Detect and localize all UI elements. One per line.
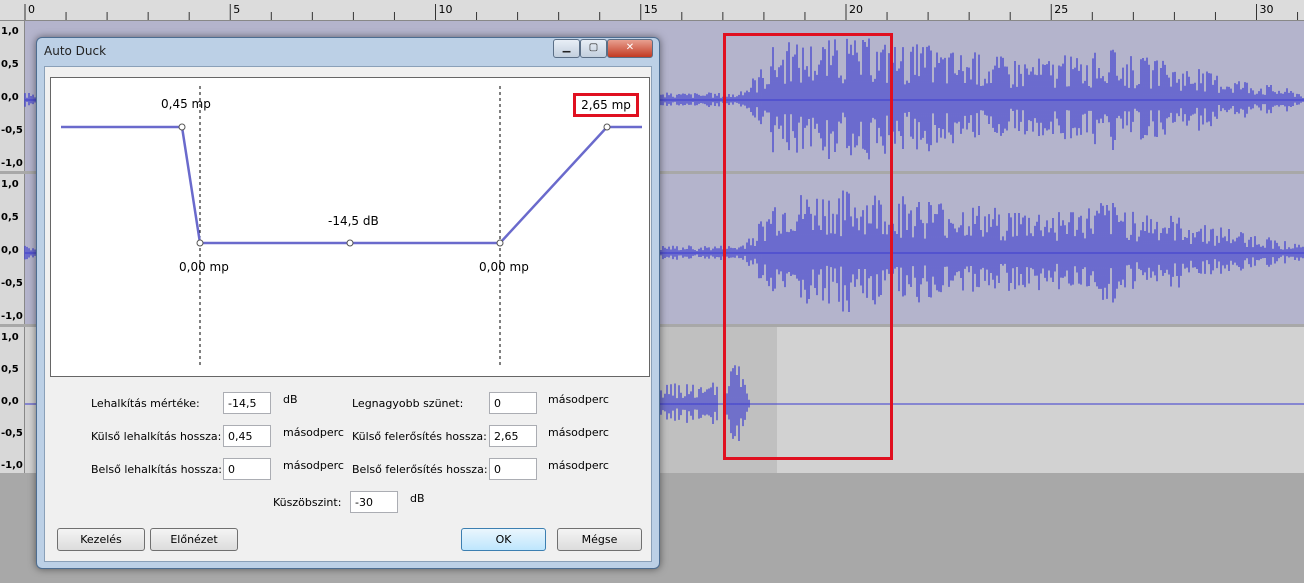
threshold-label: Küszöbszint: [273, 496, 342, 509]
preview-button[interactable]: Előnézet [150, 528, 238, 551]
max-pause-unit: másodperc [548, 393, 609, 406]
handle-outer-fade-down[interactable] [178, 123, 186, 131]
highlight-box [723, 33, 893, 460]
dialog-title: Auto Duck [44, 44, 107, 58]
duck-amount-unit: dB [283, 393, 298, 406]
maximize-button[interactable]: ▢ [580, 39, 607, 58]
duck-envelope-graph[interactable]: 0,45 mp 0,00 mp -14,5 dB 0,00 mp 2,65 mp [50, 77, 650, 377]
max-pause-input[interactable] [489, 392, 537, 414]
duck-amount-label: -14,5 dB [328, 214, 379, 228]
ruler-tick-label: 25 [1054, 3, 1068, 16]
auto-duck-dialog: Auto Duck ▁ ▢ ✕ 0,45 mp 0,00 mp -14,5 dB… [36, 37, 660, 569]
handle-outer-fade-up[interactable] [603, 123, 611, 131]
handle-inner-fade-up[interactable] [496, 239, 504, 247]
minimize-button[interactable]: ▁ [553, 39, 580, 58]
close-button[interactable]: ✕ [607, 39, 653, 58]
ruler-tick-label: 20 [849, 3, 863, 16]
ruler-ticks: 05101520253035404550551:00 [24, 3, 1299, 20]
outer-fade-down-label: 0,45 mp [161, 97, 211, 111]
ruler-tick-label: 0 [28, 3, 35, 16]
outer-fade-up-unit: másodperc [548, 426, 609, 439]
inner-fade-up-label: 0,00 mp [479, 260, 529, 274]
max-pause-label: Legnagyobb szünet: [352, 397, 464, 410]
threshold-unit: dB [410, 492, 425, 505]
outer-fade-up-label: 2,65 mp [573, 93, 639, 117]
dialog-titlebar[interactable]: Auto Duck ▁ ▢ ✕ [37, 38, 659, 64]
ruler-tick-label: 5 [233, 3, 240, 16]
inner-fade-down-label: 0,00 mp [179, 260, 229, 274]
ruler-tick-label: 10 [439, 3, 453, 16]
inner-fade-down-unit: másodperc [283, 459, 344, 472]
threshold-input[interactable] [350, 491, 398, 513]
outer-fade-down-unit: másodperc [283, 426, 344, 439]
inner-fade-up-unit: másodperc [548, 459, 609, 472]
inner-fade-up-input[interactable] [489, 458, 537, 480]
manage-button[interactable]: Kezelés [57, 528, 145, 551]
outer-fade-down-input[interactable] [223, 425, 271, 447]
cancel-button[interactable]: Mégse [557, 528, 642, 551]
outer-fade-up-input[interactable] [489, 425, 537, 447]
handle-inner-fade-down[interactable] [196, 239, 204, 247]
dialog-client: 0,45 mp 0,00 mp -14,5 dB 0,00 mp 2,65 mp… [44, 66, 652, 562]
outer-fade-up-label: Külső felerősítés hossza: [352, 430, 487, 443]
inner-fade-up-label: Belső felerősítés hossza: [352, 463, 488, 476]
inner-fade-down-input[interactable] [223, 458, 271, 480]
timeline-ruler[interactable]: 05101520253035404550551:00 [0, 0, 1304, 21]
duck-amount-label: Lehalkítás mértéke: [91, 397, 200, 410]
ok-button[interactable]: OK [461, 528, 546, 551]
outer-fade-down-label: Külső lehalkítás hossza: [91, 430, 222, 443]
duck-amount-input[interactable] [223, 392, 271, 414]
handle-duck-amount[interactable] [346, 239, 354, 247]
ruler-tick-label: 15 [644, 3, 658, 16]
inner-fade-down-label: Belső lehalkítás hossza: [91, 463, 223, 476]
ruler-tick-label: 30 [1260, 3, 1274, 16]
